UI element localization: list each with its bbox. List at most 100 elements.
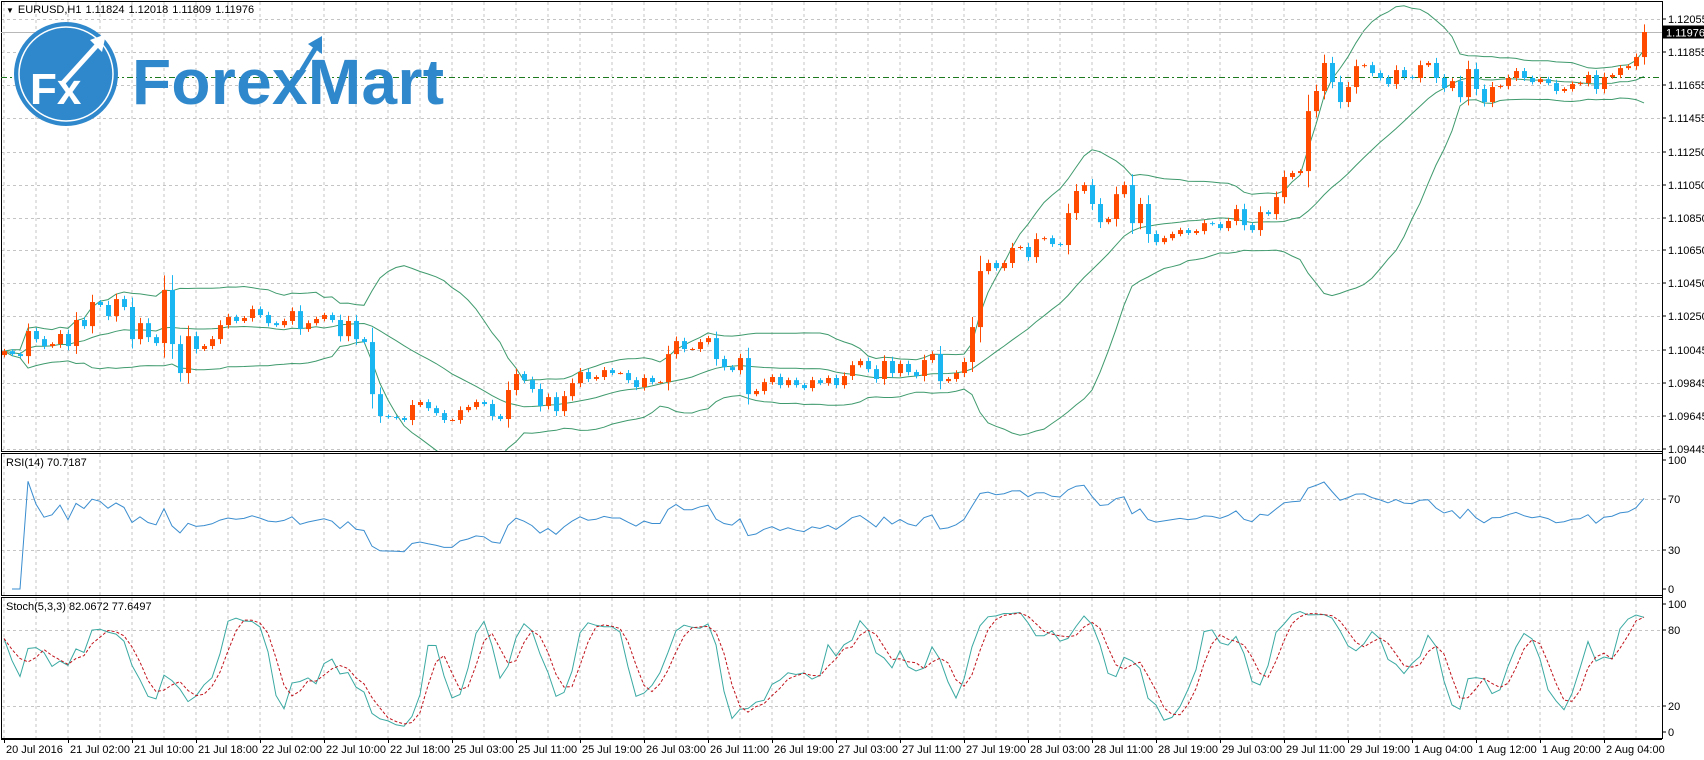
bull-candle[interactable] [1514,71,1519,78]
bear-candle[interactable] [482,402,487,405]
bull-candle[interactable] [1114,194,1119,220]
bear-candle[interactable] [1146,204,1151,234]
bear-candle[interactable] [1370,65,1375,74]
bear-candle[interactable] [370,342,375,395]
bear-candle[interactable] [362,339,367,343]
bull-candle[interactable] [738,358,743,371]
bear-candle[interactable] [338,319,343,337]
bull-candle[interactable] [1202,223,1207,232]
bear-candle[interactable] [1522,71,1527,78]
bear-candle[interactable] [234,317,239,321]
bear-candle[interactable] [386,416,391,418]
bear-candle[interactable] [682,341,687,349]
bull-candle[interactable] [114,299,119,317]
bull-candle[interactable] [138,323,143,340]
bear-candle[interactable] [1058,244,1063,246]
bull-candle[interactable] [642,377,647,388]
bull-candle[interactable] [1034,239,1039,258]
bull-candle[interactable] [1258,212,1263,231]
bull-candle[interactable] [1170,233,1175,239]
bear-candle[interactable] [1154,233,1159,243]
bull-candle[interactable] [1018,247,1023,249]
bear-candle[interactable] [746,358,751,395]
bear-candle[interactable] [426,402,431,409]
bull-candle[interactable] [658,382,663,384]
bear-candle[interactable] [1386,77,1391,85]
bear-candle[interactable] [1218,224,1223,229]
bear-candle[interactable] [1442,77,1447,89]
bull-candle[interactable] [1042,238,1047,240]
bear-candle[interactable] [1186,230,1191,234]
bull-candle[interactable] [162,290,167,344]
bear-candle[interactable] [402,418,407,421]
bear-candle[interactable] [554,397,559,412]
bear-candle[interactable] [730,367,735,371]
bull-candle[interactable] [810,380,815,389]
bull-candle[interactable] [186,336,191,374]
bull-candle[interactable] [1354,66,1359,88]
bear-candle[interactable] [1242,209,1247,226]
bull-candle[interactable] [946,378,951,382]
bear-candle[interactable] [906,363,911,373]
bull-candle[interactable] [1490,87,1495,103]
bull-candle[interactable] [2,351,7,356]
bear-candle[interactable] [1090,185,1095,205]
bull-candle[interactable] [826,377,831,384]
bull-candle[interactable] [770,377,775,383]
bear-candle[interactable] [18,354,23,357]
bear-candle[interactable] [914,372,919,377]
bear-candle[interactable] [106,305,111,317]
bull-candle[interactable] [1562,89,1567,91]
bear-candle[interactable] [834,377,839,386]
stochastic-panel[interactable] [3,610,1645,727]
bull-candle[interactable] [922,360,927,377]
bear-candle[interactable] [586,372,591,379]
bull-candle[interactable] [970,327,975,363]
bull-candle[interactable] [1578,83,1583,85]
bull-candle[interactable] [322,315,327,320]
bull-candle[interactable] [466,406,471,411]
bull-candle[interactable] [1074,190,1079,214]
bear-candle[interactable] [1050,238,1055,245]
bull-candle[interactable] [210,339,215,347]
bear-candle[interactable] [1554,83,1559,91]
bull-candle[interactable] [250,309,255,319]
bull-candle[interactable] [1602,76,1607,90]
bull-candle[interactable] [618,373,623,375]
bull-candle[interactable] [1234,209,1239,221]
bull-candle[interactable] [282,320,287,326]
bull-candle[interactable] [1122,185,1127,195]
bear-candle[interactable] [66,334,71,347]
bear-candle[interactable] [1026,247,1031,258]
bear-candle[interactable] [722,359,727,368]
bull-candle[interactable] [1466,69,1471,98]
bull-candle[interactable] [1082,185,1087,191]
bull-candle[interactable] [986,262,991,272]
bull-candle[interactable] [1506,77,1511,87]
bull-candle[interactable] [50,344,55,347]
bear-candle[interactable] [890,361,895,374]
bull-candle[interactable] [1610,75,1615,77]
bull-candle[interactable] [1306,111,1311,172]
bear-candle[interactable] [1266,212,1271,215]
bull-candle[interactable] [930,354,935,361]
bear-candle[interactable] [530,380,535,390]
bear-candle[interactable] [802,385,807,389]
bull-candle[interactable] [306,323,311,330]
bear-candle[interactable] [938,354,943,382]
bear-candle[interactable] [794,380,799,386]
bear-candle[interactable] [1410,76,1415,78]
bear-candle[interactable] [194,336,199,349]
bull-candle[interactable] [1498,86,1503,88]
bull-candle[interactable] [1010,248,1015,263]
bull-candle[interactable] [898,363,903,374]
bull-candle[interactable] [218,325,223,340]
bear-candle[interactable] [1530,77,1535,83]
bull-candle[interactable] [882,361,887,379]
bull-candle[interactable] [754,391,759,395]
bear-candle[interactable] [714,338,719,360]
bull-candle[interactable] [1178,230,1183,234]
bull-candle[interactable] [346,320,351,337]
bear-candle[interactable] [258,309,263,316]
bear-candle[interactable] [122,299,127,307]
